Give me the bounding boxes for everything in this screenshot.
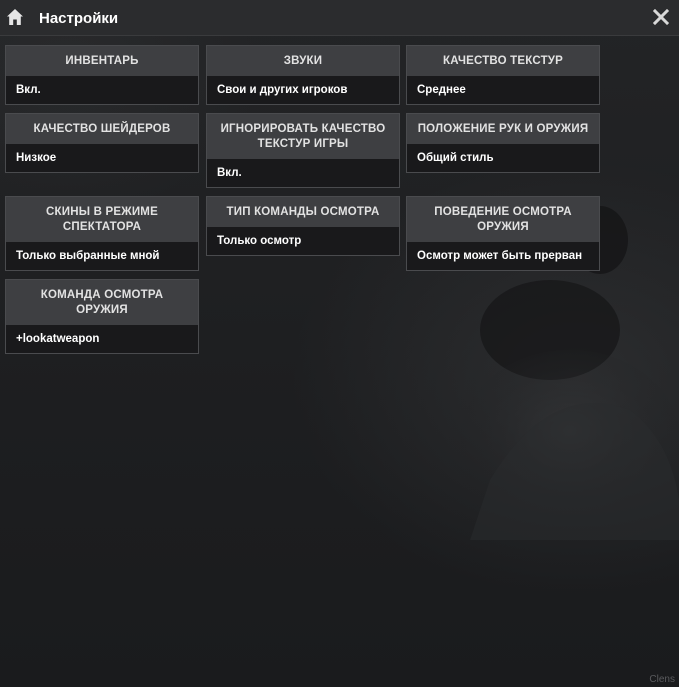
setting-weapon-inspect-behavior[interactable]: ПОВЕДЕНИЕ ОСМОТРА ОРУЖИЯ Осмотр может бы… — [406, 196, 600, 271]
setting-label: КАЧЕСТВО ШЕЙДЕРОВ — [6, 114, 198, 144]
setting-value: Среднее — [407, 76, 599, 104]
setting-value: Вкл. — [6, 76, 198, 104]
setting-label: ПОВЕДЕНИЕ ОСМОТРА ОРУЖИЯ — [407, 197, 599, 242]
setting-inventory[interactable]: ИНВЕНТАРЬ Вкл. — [5, 45, 199, 105]
page-title: Настройки — [39, 10, 119, 27]
setting-weapon-inspect-command[interactable]: КОМАНДА ОСМОТРА ОРУЖИЯ +lookatweapon — [5, 279, 199, 354]
setting-value: Низкое — [6, 144, 198, 172]
setting-label: ТИП КОМАНДЫ ОСМОТРА — [207, 197, 399, 227]
home-icon[interactable] — [6, 8, 24, 26]
setting-label: ИГНОРИРОВАТЬ КАЧЕСТВО ТЕКСТУР ИГРЫ — [207, 114, 399, 159]
setting-value: Общий стиль — [407, 144, 599, 172]
setting-value: Только выбранные мной — [6, 242, 198, 270]
setting-inspect-command-type[interactable]: ТИП КОМАНДЫ ОСМОТРА Только осмотр — [206, 196, 400, 256]
setting-shader-quality[interactable]: КАЧЕСТВО ШЕЙДЕРОВ Низкое — [5, 113, 199, 173]
setting-hands-weapon-position[interactable]: ПОЛОЖЕНИЕ РУК И ОРУЖИЯ Общий стиль — [406, 113, 600, 173]
setting-label: КОМАНДА ОСМОТРА ОРУЖИЯ — [6, 280, 198, 325]
setting-value: Осмотр может быть прерван — [407, 242, 599, 270]
setting-label: СКИНЫ В РЕЖИМЕ СПЕКТАТОРА — [6, 197, 198, 242]
setting-sounds[interactable]: ЗВУКИ Свои и других игроков — [206, 45, 400, 105]
setting-value: Только осмотр — [207, 227, 399, 255]
settings-window: Настройки ИНВЕНТАРЬ Вкл. ЗВУКИ Свои и др… — [0, 0, 679, 687]
setting-value: Вкл. — [207, 159, 399, 187]
setting-texture-quality[interactable]: КАЧЕСТВО ТЕКСТУР Среднее — [406, 45, 600, 105]
setting-label: КАЧЕСТВО ТЕКСТУР — [407, 46, 599, 76]
setting-ignore-game-texture-quality[interactable]: ИГНОРИРОВАТЬ КАЧЕСТВО ТЕКСТУР ИГРЫ Вкл. — [206, 113, 400, 188]
watermark: Clens — [649, 674, 675, 685]
setting-spectator-skins[interactable]: СКИНЫ В РЕЖИМЕ СПЕКТАТОРА Только выбранн… — [5, 196, 199, 271]
setting-label: ИНВЕНТАРЬ — [6, 46, 198, 76]
close-icon[interactable] — [653, 9, 669, 25]
setting-label: ПОЛОЖЕНИЕ РУК И ОРУЖИЯ — [407, 114, 599, 144]
setting-label: ЗВУКИ — [207, 46, 399, 76]
title-bar: Настройки — [0, 0, 679, 36]
setting-value: +lookatweapon — [6, 325, 198, 353]
setting-value: Свои и других игроков — [207, 76, 399, 104]
